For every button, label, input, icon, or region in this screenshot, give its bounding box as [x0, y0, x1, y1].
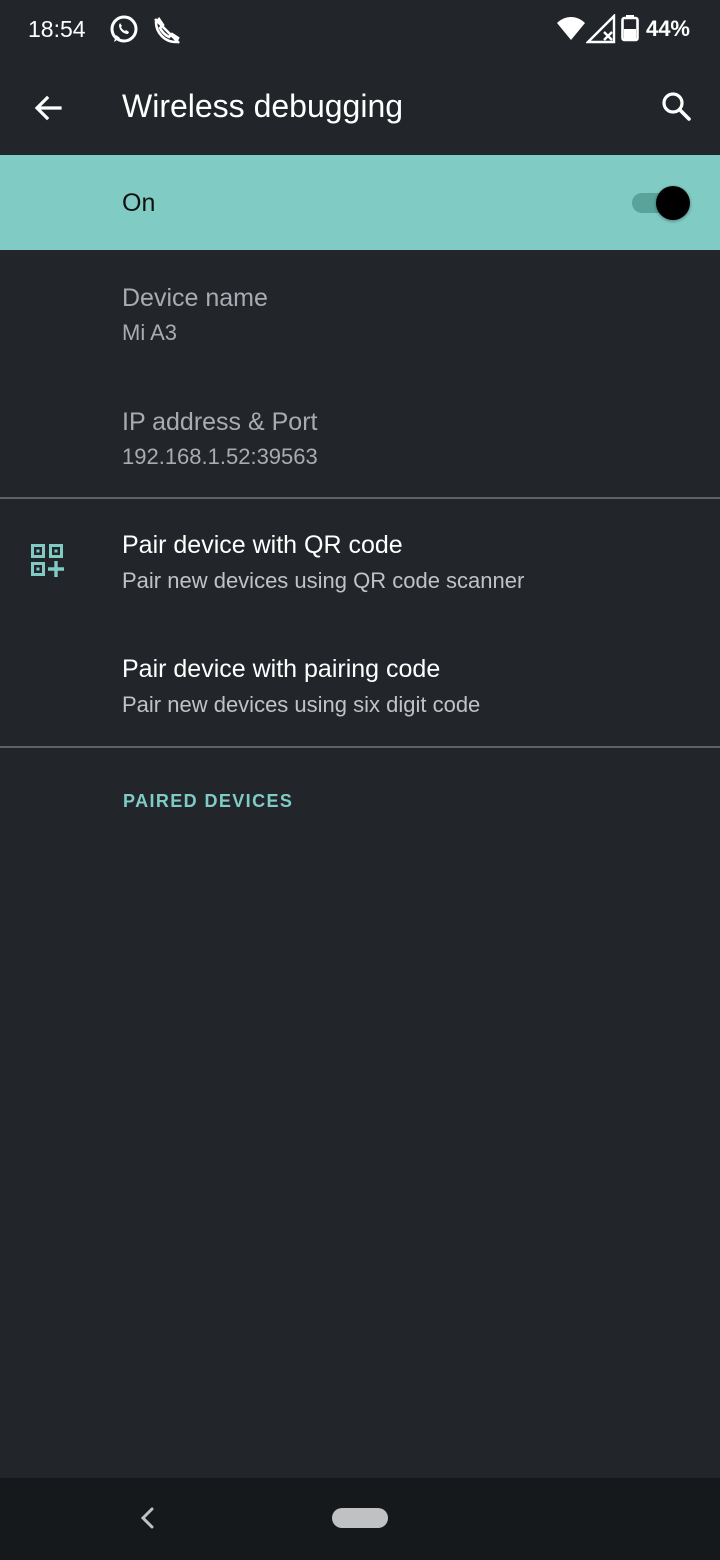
- navigation-bar: [0, 1478, 720, 1560]
- ip-address-title: IP address & Port: [122, 408, 318, 436]
- wifi-icon: [556, 14, 586, 49]
- pair-code-title: Pair device with pairing code: [122, 655, 441, 683]
- device-name-item: Device name Mi A3: [0, 250, 720, 374]
- device-name-title: Device name: [122, 284, 268, 312]
- toggle-thumb: [656, 186, 690, 220]
- main-switch-label: On: [122, 189, 156, 217]
- main-switch-toggle[interactable]: [630, 185, 690, 221]
- arrow-back-icon: [32, 92, 64, 129]
- main-switch-bar[interactable]: On: [0, 155, 720, 250]
- paired-devices-header: PAIRED DEVICES: [123, 791, 294, 811]
- nav-home-pill[interactable]: [332, 1508, 388, 1528]
- page-title: Wireless debugging: [122, 88, 404, 124]
- qr-code-add-icon: [30, 543, 66, 579]
- signal-icon: [585, 13, 616, 49]
- pair-qr-summary: Pair new devices using QR code scanner: [122, 568, 525, 593]
- battery-icon: [620, 14, 640, 49]
- whatsapp-icon: [108, 14, 140, 51]
- search-icon: [660, 90, 692, 127]
- divider: [0, 746, 720, 748]
- battery-percent: 44%: [645, 16, 690, 41]
- search-button[interactable]: [652, 84, 700, 132]
- back-button[interactable]: [24, 86, 72, 134]
- pair-code-summary: Pair new devices using six digit code: [122, 692, 481, 717]
- status-time: 18:54: [28, 16, 86, 42]
- ip-address-item: IP address & Port 192.168.1.52:39563: [0, 374, 720, 498]
- app-bar: Wireless debugging: [0, 62, 720, 154]
- nav-back-icon[interactable]: [130, 1500, 166, 1536]
- device-name-value: Mi A3: [122, 320, 178, 345]
- ip-address-value: 192.168.1.52:39563: [122, 444, 318, 469]
- pair-qr-item[interactable]: Pair device with QR code Pair new device…: [0, 499, 720, 623]
- status-bar: 18:54 44%: [0, 0, 720, 62]
- pair-qr-title: Pair device with QR code: [122, 531, 403, 559]
- pair-code-item[interactable]: Pair device with pairing code Pair new d…: [0, 623, 720, 747]
- phone-missed-icon: [150, 14, 184, 53]
